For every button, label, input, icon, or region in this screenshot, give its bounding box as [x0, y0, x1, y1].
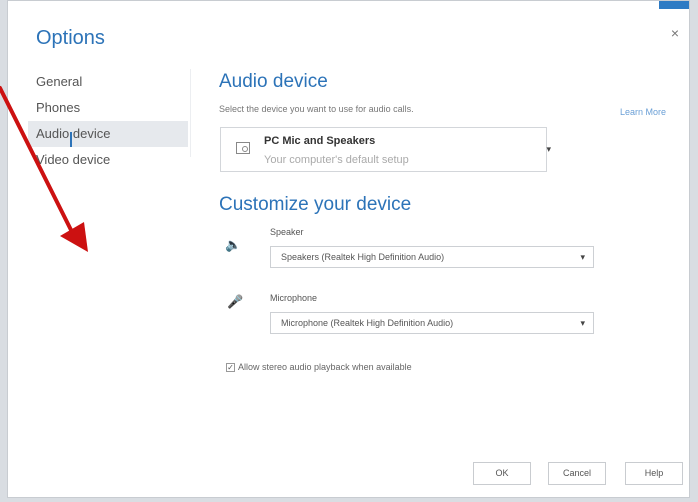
annotation-arrow: [0, 86, 88, 252]
